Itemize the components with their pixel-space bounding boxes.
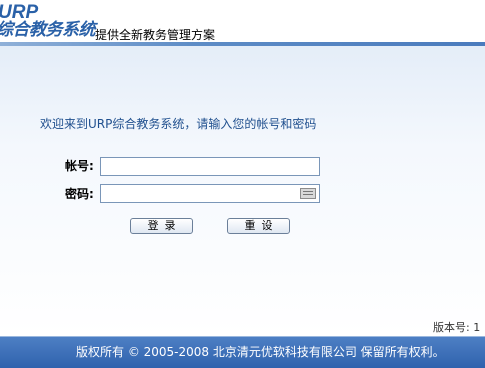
login-button[interactable]: 登录 (130, 218, 193, 234)
logo-system-name: 综合教务系统 (0, 20, 96, 40)
welcome-message: 欢迎来到URP综合教务系统，请输入您的帐号和密码 (40, 117, 317, 131)
account-input[interactable] (100, 157, 320, 176)
copyright-text: 版权所有 © 2005-2008 北京清元优软科技有限公司 保留所有权利。 (76, 345, 445, 359)
header: URP 综合教务系统 提供全新教务管理方案 (0, 0, 485, 46)
password-label: 密码: (65, 187, 94, 201)
footer: 版权所有 © 2005-2008 北京清元优软科技有限公司 保留所有权利。 (0, 336, 485, 368)
version-label: 版本号: 1 (433, 321, 481, 334)
tagline: 提供全新教务管理方案 (95, 28, 216, 42)
account-label: 帐号: (65, 159, 94, 173)
password-input[interactable] (100, 184, 320, 203)
reset-button[interactable]: 重设 (227, 218, 290, 234)
keyboard-icon[interactable] (300, 188, 316, 199)
